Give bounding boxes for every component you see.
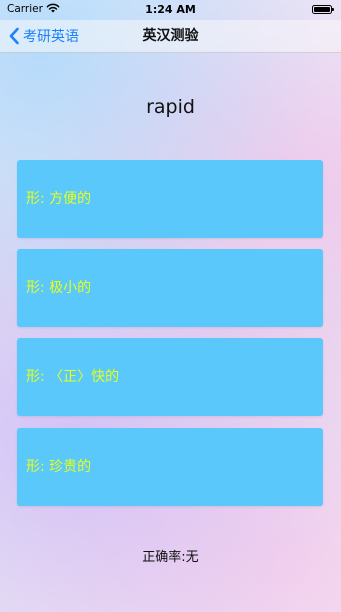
chevron-left-icon — [9, 27, 19, 45]
answer-option-3[interactable]: 形: 〈正〉快的 — [17, 338, 323, 416]
accuracy-label: 正确率:无 — [142, 550, 199, 565]
answer-option-1[interactable]: 形: 方便的 — [17, 160, 323, 238]
status-bar: Carrier 1:24 AM — [0, 0, 341, 20]
answer-option-2[interactable]: 形: 极小的 — [17, 249, 323, 327]
status-time: 1:24 AM — [145, 3, 196, 16]
answer-option-4[interactable]: 形: 珍贵的 — [17, 428, 323, 506]
back-button[interactable]: 考研英语 — [8, 20, 79, 52]
answer-option-label: 形: 〈正〉快的 — [26, 369, 120, 385]
answer-option-label: 形: 珍贵的 — [26, 459, 92, 475]
battery-icon — [312, 5, 334, 14]
answer-option-label: 形: 方便的 — [26, 191, 92, 207]
answer-option-label: 形: 极小的 — [26, 280, 92, 296]
quiz-word: rapid — [146, 96, 195, 118]
back-button-label: 考研英语 — [23, 29, 79, 45]
navigation-bar: 考研英语 英汉测验 — [0, 20, 341, 53]
